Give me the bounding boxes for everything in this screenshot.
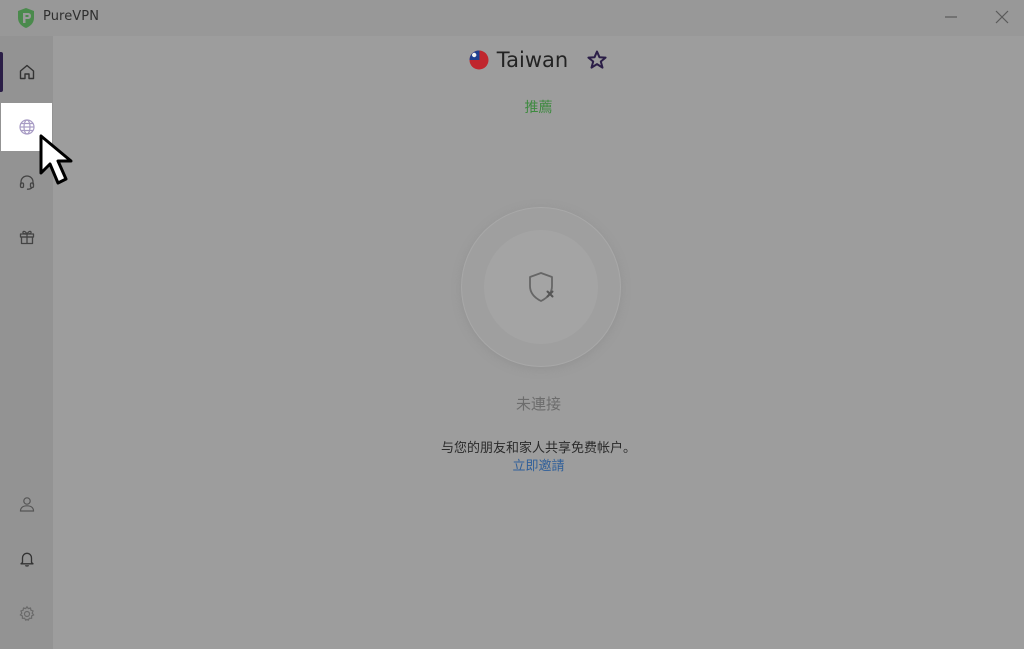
active-indicator [0, 52, 3, 92]
bell-icon [19, 552, 34, 567]
minimize-button[interactable] [935, 4, 967, 30]
home-icon [19, 64, 34, 80]
gift-icon [19, 230, 34, 245]
purevpn-logo-icon [18, 8, 34, 28]
close-button[interactable] [986, 4, 1018, 30]
mouse-cursor-icon [39, 134, 73, 185]
shield-disconnected-icon [529, 272, 554, 302]
globe-icon [18, 119, 35, 135]
sidebar-item-home[interactable] [0, 48, 53, 96]
taiwan-flag-icon [469, 50, 489, 70]
main-panel: Taiwan 推薦 未連接 与您的朋友和家人共享免费帐户。 立即邀請 [53, 36, 1024, 649]
gear-icon [18, 605, 35, 622]
sidebar-item-account[interactable] [0, 480, 53, 528]
connect-button[interactable] [462, 208, 620, 366]
minimize-icon [945, 16, 957, 18]
star-icon[interactable] [586, 49, 608, 71]
user-icon [19, 497, 34, 512]
close-icon [995, 10, 1009, 24]
location-selector[interactable]: Taiwan [53, 46, 1024, 74]
connection-status: 未連接 [515, 395, 561, 413]
connect-button-inner [484, 230, 598, 344]
sidebar-item-gift[interactable] [0, 213, 53, 261]
sidebar-item-notifications[interactable] [0, 535, 53, 583]
title-bar: PureVPN [0, 0, 1024, 36]
share-account-text: 与您的朋友和家人共享免费帐户。 [440, 441, 636, 456]
invite-now-link[interactable]: 立即邀請 [53, 455, 1024, 474]
headset-icon [19, 175, 34, 190]
app-title: PureVPN [43, 9, 100, 24]
recommended-label: 推薦 [524, 100, 553, 116]
sidebar [0, 36, 53, 649]
sidebar-item-settings[interactable] [0, 590, 53, 638]
location-name: Taiwan [496, 48, 569, 72]
